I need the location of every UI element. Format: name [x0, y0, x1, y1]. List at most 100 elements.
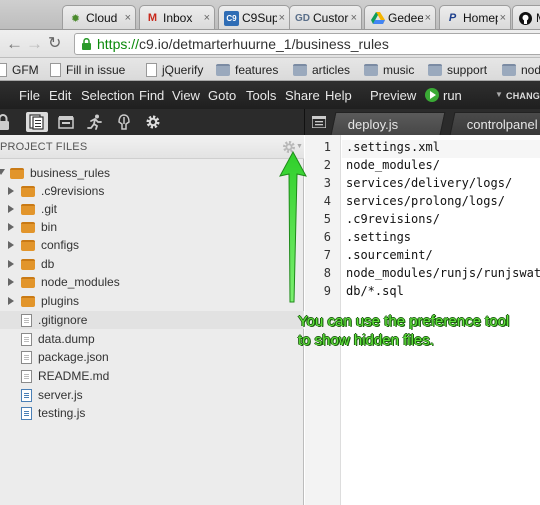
menu-view[interactable]: View — [172, 88, 200, 103]
browser-tab-custor[interactable]: GD Custor × — [289, 5, 362, 29]
lock-icon — [82, 38, 91, 50]
menu-edit[interactable]: Edit — [49, 88, 71, 103]
tree-item-label: data.dump — [38, 332, 95, 346]
line-number: 4 — [323, 194, 331, 208]
project-files-title: PROJECT FILES — [0, 141, 88, 153]
ide-menu-bar: File Edit Selection Find View Goto Tools… — [0, 81, 540, 109]
settings-gear-icon[interactable] — [142, 112, 164, 132]
close-icon[interactable]: × — [125, 12, 131, 24]
menu-find[interactable]: Find — [139, 88, 164, 103]
chevron-right-icon[interactable] — [8, 241, 16, 249]
reload-icon[interactable]: ↻ — [48, 35, 61, 53]
debugger-icon[interactable] — [113, 112, 135, 132]
tab-controlpanel[interactable]: controlpanel — [449, 112, 540, 135]
run-button[interactable]: run — [425, 86, 462, 104]
chevron-right-icon[interactable] — [8, 260, 16, 268]
tree-file-package-json[interactable]: package.json — [0, 348, 304, 366]
browser-toolbar: ← → ↻ https://c9.io/detmarterhuurne_1/bu… — [0, 30, 540, 58]
bookmark-fill-in-issue[interactable]: Fill in issue — [50, 61, 125, 78]
chevron-right-icon[interactable] — [8, 278, 16, 286]
folder-icon — [21, 258, 35, 270]
forward-arrow-icon[interactable]: → — [26, 35, 43, 53]
project-files-icon[interactable] — [26, 112, 48, 132]
browser-tab-c9sup[interactable]: C9 C9Sup × — [218, 5, 290, 29]
tree-item-label: bin — [41, 220, 58, 234]
lock-icon[interactable] — [0, 112, 14, 132]
tree-file-readme[interactable]: README.md — [0, 367, 304, 385]
chevron-down-icon[interactable]: ▼ — [495, 90, 503, 99]
js-file-icon — [21, 388, 32, 402]
run-person-icon[interactable] — [84, 112, 106, 132]
editor-tab-label: deploy.js — [347, 116, 399, 132]
close-icon[interactable]: × — [425, 12, 431, 24]
menu-share[interactable]: Share — [285, 88, 320, 103]
chevron-right-icon[interactable] — [8, 223, 16, 231]
bookmark-features[interactable]: features — [216, 61, 278, 78]
menu-goto[interactable]: Goto — [208, 88, 236, 103]
gear-icon: ✹ — [70, 12, 81, 25]
paypal-icon: P — [448, 12, 457, 24]
changes-label[interactable]: CHANGE — [506, 91, 540, 101]
editor-tab-label: controlpanel — [466, 116, 538, 132]
browser-tab-github[interactable]: My — [512, 5, 540, 29]
tree-item-label: README.md — [38, 369, 110, 383]
tree-folder-plugins[interactable]: plugins — [0, 292, 304, 310]
close-icon[interactable]: × — [351, 12, 357, 24]
menu-selection[interactable]: Selection — [81, 88, 134, 103]
bookmark-nod[interactable]: nod — [502, 61, 540, 78]
folder-icon — [10, 167, 24, 179]
menu-file[interactable]: File — [19, 88, 40, 103]
line-number: 5 — [323, 212, 331, 226]
bookmark-articles[interactable]: articles — [293, 61, 350, 78]
tree-folder-db[interactable]: db — [0, 255, 304, 273]
chevron-down-icon[interactable]: ▼ — [296, 143, 303, 150]
bookmark-label: features — [235, 62, 279, 77]
browser-tab-homep[interactable]: P Homep × — [439, 5, 511, 29]
close-icon[interactable]: × — [279, 12, 285, 24]
menu-tools[interactable]: Tools — [246, 88, 276, 103]
tree-folder-git[interactable]: .git — [0, 200, 304, 218]
open-files-icon[interactable] — [55, 112, 77, 132]
file-icon — [21, 332, 32, 346]
code-line: services/delivery/logs/ — [346, 176, 513, 190]
chevron-down-icon[interactable] — [0, 169, 5, 177]
annotation-arrow-icon — [279, 150, 307, 303]
preview-button[interactable]: Preview — [370, 88, 416, 103]
menu-help[interactable]: Help — [325, 88, 352, 103]
bookmark-jquerify[interactable]: jQuerify — [146, 61, 203, 78]
tab-list-icon[interactable] — [311, 115, 327, 131]
bookmark-music[interactable]: music — [364, 61, 414, 78]
back-arrow-icon[interactable]: ← — [6, 35, 23, 53]
file-icon — [21, 313, 32, 327]
tree-file-data-dump[interactable]: data.dump — [0, 330, 304, 348]
chevron-right-icon[interactable] — [8, 297, 16, 305]
bookmark-gfm[interactable]: GFM — [0, 61, 39, 78]
chevron-right-icon[interactable] — [8, 205, 16, 213]
bookmark-support[interactable]: support — [428, 61, 487, 78]
close-icon[interactable]: × — [204, 12, 210, 24]
tree-folder-c9revisions[interactable]: .c9revisions — [0, 182, 304, 200]
tab-deploy-js[interactable]: deploy.js — [330, 112, 446, 135]
tree-file-testing-js[interactable]: testing.js — [0, 404, 304, 422]
folder-icon — [293, 63, 307, 76]
file-icon — [21, 350, 32, 364]
tree-folder-configs[interactable]: configs — [0, 236, 304, 254]
bookmarks-bar: GFM Fill in issue jQuerify features arti… — [0, 58, 540, 81]
tree-folder-bin[interactable]: bin — [0, 218, 304, 236]
panel-divider — [304, 109, 305, 135]
close-icon[interactable]: × — [500, 12, 506, 24]
tree-file-server-js[interactable]: server.js — [0, 386, 304, 404]
tree-item-label: .gitignore — [38, 313, 88, 327]
tree-folder-node-modules[interactable]: node_modules — [0, 273, 304, 291]
browser-tab-gedee[interactable]: Gedee × — [364, 5, 436, 29]
tree-file-gitignore[interactable]: .gitignore — [0, 311, 304, 329]
tree-folder-business-rules[interactable]: business_rules — [0, 164, 304, 182]
folder-icon — [21, 221, 35, 233]
browser-tab-cloud[interactable]: ✹ Cloud × — [62, 5, 136, 29]
page-icon — [0, 62, 7, 77]
address-bar[interactable]: https://c9.io/detmarterhuurne_1/business… — [74, 33, 540, 55]
bookmark-label: jQuerify — [162, 62, 204, 77]
browser-tab-inbox[interactable]: M Inbox × — [139, 5, 215, 29]
folder-icon — [21, 276, 35, 288]
chevron-right-icon[interactable] — [8, 187, 16, 195]
